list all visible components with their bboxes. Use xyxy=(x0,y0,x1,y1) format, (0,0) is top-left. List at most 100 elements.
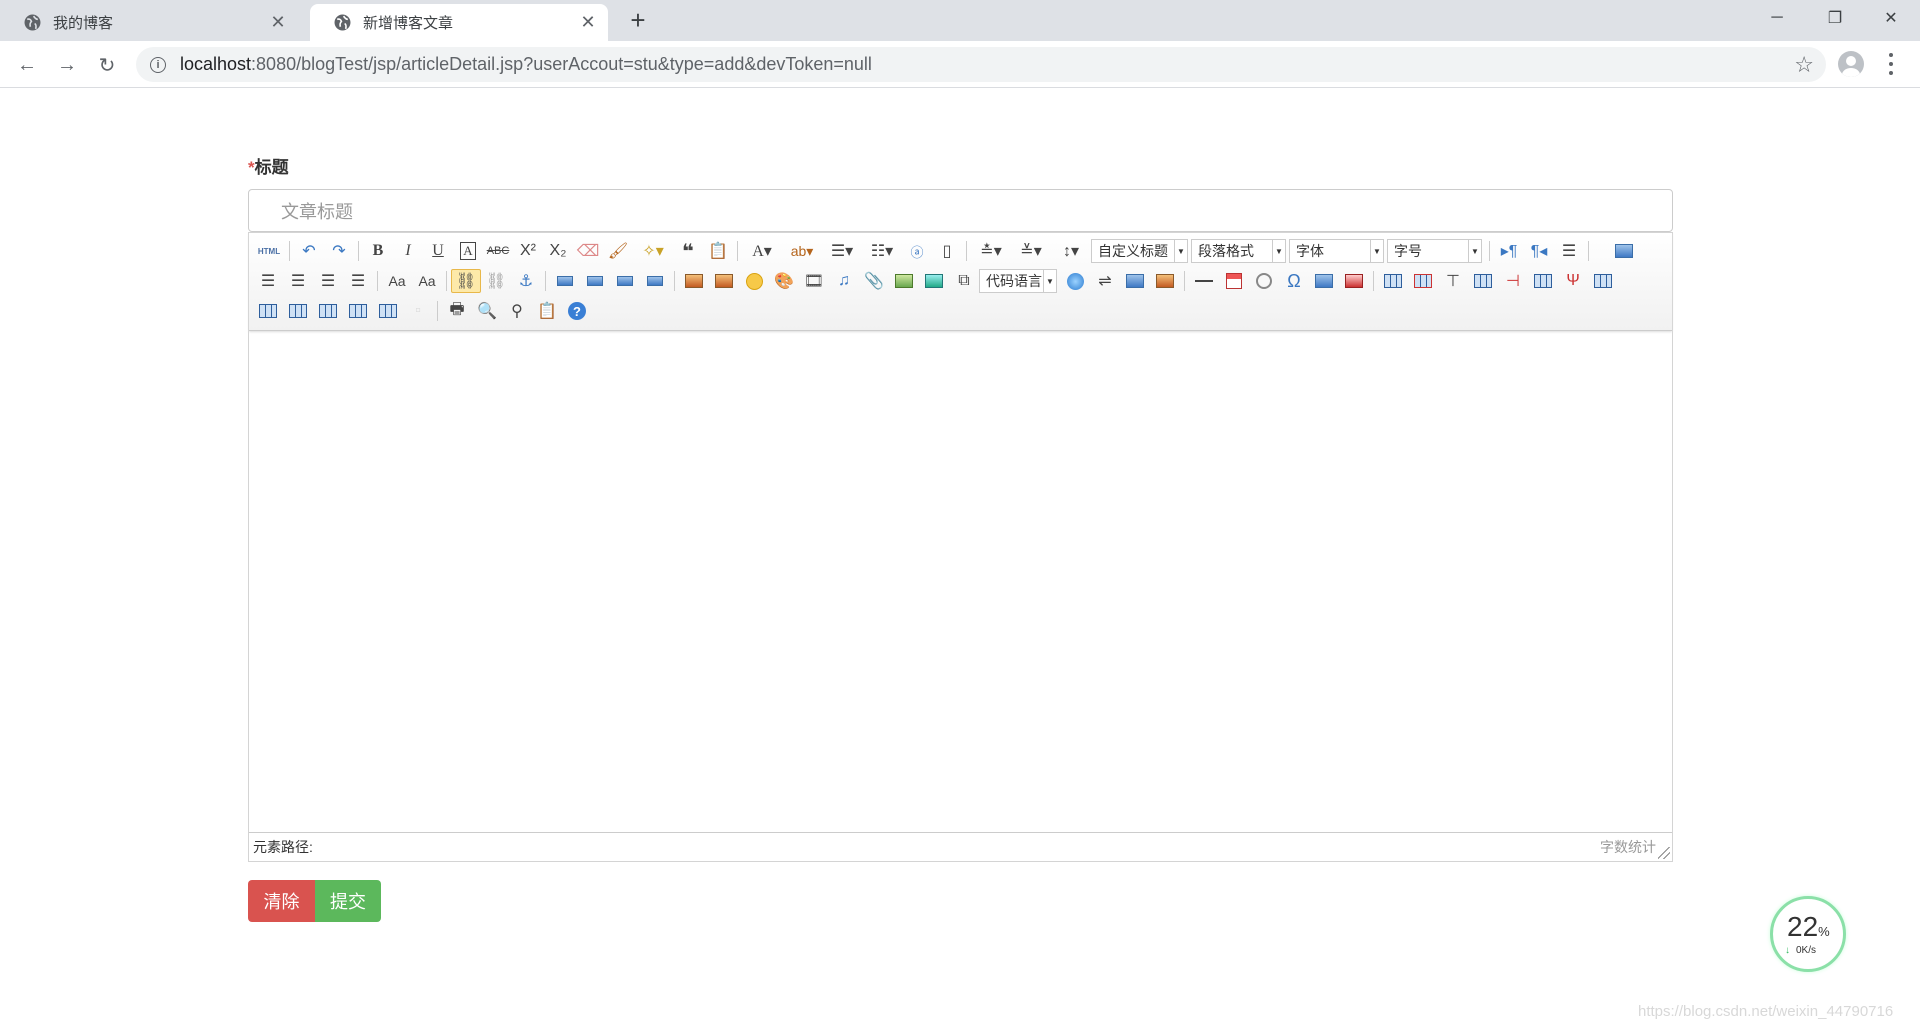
scrawl-icon[interactable]: 🎨 xyxy=(769,269,799,293)
bookmark-star-icon[interactable]: ☆ xyxy=(1794,52,1814,78)
ltr-icon[interactable]: ▸¶ xyxy=(1494,239,1524,263)
strikethrough-icon[interactable]: ABC xyxy=(483,239,513,263)
row-spacing-top-icon[interactable]: ≛▾ xyxy=(971,239,1011,263)
submit-button[interactable]: 提交 xyxy=(315,880,381,922)
network-speed-widget[interactable]: 22% ↓ 0K/s xyxy=(1770,896,1846,972)
merge-right-icon[interactable] xyxy=(253,299,283,323)
font-size-select[interactable]: 字号 ▼ xyxy=(1387,239,1482,263)
tab-my-blog[interactable]: 我的博客 ✕ xyxy=(0,4,298,41)
paragraph-select[interactable]: 段落格式 ▼ xyxy=(1191,239,1286,263)
music-icon[interactable]: ♫ xyxy=(829,269,859,293)
insert-image-icon[interactable] xyxy=(709,269,739,293)
redo-icon[interactable]: ↷ xyxy=(324,239,354,263)
delete-row-icon[interactable]: ⊣ xyxy=(1498,269,1528,293)
image-right-icon[interactable] xyxy=(610,269,640,293)
profile-avatar[interactable] xyxy=(1838,51,1864,77)
eraser-icon[interactable]: ⌫ xyxy=(573,239,603,263)
fullscreen-icon[interactable] xyxy=(1609,239,1639,263)
underline-icon[interactable]: U xyxy=(423,239,453,263)
auto-typeset-icon[interactable]: ✧▾ xyxy=(633,239,673,263)
horizontal-rule-icon[interactable] xyxy=(1189,269,1219,293)
tab-new-article[interactable]: 新增博客文章 ✕ xyxy=(310,4,608,41)
delete-col-icon[interactable]: Ψ xyxy=(1558,269,1588,293)
font-border-icon[interactable]: A xyxy=(453,239,483,263)
close-icon[interactable]: ✕ xyxy=(578,12,598,33)
preview-icon[interactable]: 🔍 xyxy=(472,299,502,323)
align-right-icon[interactable]: ☰ xyxy=(313,269,343,293)
rtl-icon[interactable]: ¶◂ xyxy=(1524,239,1554,263)
editor-content[interactable] xyxy=(249,332,1672,832)
insert-table-icon[interactable] xyxy=(1378,269,1408,293)
indent-icon[interactable]: ☰ xyxy=(1554,239,1584,263)
insert-col-icon[interactable] xyxy=(1528,269,1558,293)
unordered-list-icon[interactable]: ☷▾ xyxy=(862,239,902,263)
link-icon[interactable]: ⛓ xyxy=(451,269,481,293)
highlight-color-icon[interactable]: ab▾ xyxy=(782,239,822,263)
line-height-icon[interactable]: ↕▾ xyxy=(1051,239,1091,263)
clear-doc-icon[interactable]: ▯ xyxy=(932,239,962,263)
insert-paragraph-before-table-icon[interactable]: ⊤ xyxy=(1438,269,1468,293)
web-app-icon[interactable] xyxy=(1060,269,1090,293)
time-icon[interactable] xyxy=(1249,269,1279,293)
info-icon[interactable]: i xyxy=(150,56,166,73)
paste-text-icon[interactable]: 📋 xyxy=(703,239,733,263)
forward-icon[interactable]: → xyxy=(51,49,83,81)
to-uppercase-icon[interactable]: Aa xyxy=(412,269,442,293)
close-window-icon[interactable]: ✕ xyxy=(1862,0,1920,36)
snapscreen-icon[interactable] xyxy=(1339,269,1369,293)
insert-video-icon[interactable]: 🎞 xyxy=(799,269,829,293)
wordimage-icon[interactable] xyxy=(1309,269,1339,293)
select-all-icon[interactable]: ⓐ xyxy=(902,239,932,263)
image-left-icon[interactable] xyxy=(580,269,610,293)
special-chars-icon[interactable]: Ω xyxy=(1279,269,1309,293)
insert-row-icon[interactable] xyxy=(1468,269,1498,293)
background-icon[interactable] xyxy=(1150,269,1180,293)
split-to-cells-icon[interactable] xyxy=(313,299,343,323)
resize-grip-icon[interactable] xyxy=(1658,847,1670,859)
template-icon[interactable] xyxy=(1120,269,1150,293)
split-to-cols-icon[interactable] xyxy=(373,299,403,323)
restore-icon[interactable]: ❐ xyxy=(1806,0,1864,36)
image-none-icon[interactable] xyxy=(550,269,580,293)
insert-frame-icon[interactable]: ⧉ xyxy=(949,269,979,293)
merge-down-icon[interactable] xyxy=(283,299,313,323)
map-icon[interactable] xyxy=(889,269,919,293)
help-icon[interactable]: ? xyxy=(562,299,592,323)
align-center-icon[interactable]: ☰ xyxy=(283,269,313,293)
subscript-icon[interactable]: X₂ xyxy=(543,239,573,263)
to-lowercase-icon[interactable]: Aa xyxy=(382,269,412,293)
title-input[interactable]: 文章标题 xyxy=(248,189,1673,232)
code-language-select[interactable]: 代码语言 ▼ xyxy=(979,269,1057,293)
reload-icon[interactable]: ↻ xyxy=(91,49,123,81)
chart-icon[interactable]: ▫ xyxy=(403,299,433,323)
align-left-icon[interactable]: ☰ xyxy=(253,269,283,293)
ordered-list-icon[interactable]: ☰▾ xyxy=(822,239,862,263)
split-to-rows-icon[interactable] xyxy=(343,299,373,323)
close-icon[interactable]: ✕ xyxy=(268,12,288,33)
align-justify-icon[interactable]: ☰ xyxy=(343,269,373,293)
custom-title-select[interactable]: 自定义标题 ▼ xyxy=(1091,239,1188,263)
page-break-icon[interactable]: ⇌ xyxy=(1090,269,1120,293)
bold-icon[interactable]: B xyxy=(363,239,393,263)
print-icon[interactable]: 🖶 xyxy=(442,299,472,323)
menu-dots-icon[interactable] xyxy=(1888,53,1894,75)
format-painter-icon[interactable]: 🖌 xyxy=(603,239,633,263)
simple-upload-icon[interactable] xyxy=(679,269,709,293)
minimize-icon[interactable]: ─ xyxy=(1748,0,1806,36)
italic-icon[interactable]: I xyxy=(393,239,423,263)
row-spacing-bottom-icon[interactable]: ≚▾ xyxy=(1011,239,1051,263)
source-html-button[interactable]: HTML xyxy=(253,239,285,263)
url-input[interactable]: i localhost :8080/blogTest/jsp/articleDe… xyxy=(136,47,1826,82)
date-icon[interactable] xyxy=(1219,269,1249,293)
unlink-icon[interactable]: ⛓ xyxy=(481,269,511,293)
merge-cells-icon[interactable] xyxy=(1588,269,1618,293)
attachment-icon[interactable]: 📎 xyxy=(859,269,889,293)
drafts-icon[interactable]: 📋 xyxy=(532,299,562,323)
undo-icon[interactable]: ↶ xyxy=(294,239,324,263)
clear-button[interactable]: 清除 xyxy=(248,880,315,922)
delete-table-icon[interactable] xyxy=(1408,269,1438,293)
back-icon[interactable]: ← xyxy=(11,49,43,81)
search-replace-icon[interactable]: ⚲ xyxy=(502,299,532,323)
blockquote-icon[interactable]: ❝ xyxy=(673,239,703,263)
superscript-icon[interactable]: X² xyxy=(513,239,543,263)
